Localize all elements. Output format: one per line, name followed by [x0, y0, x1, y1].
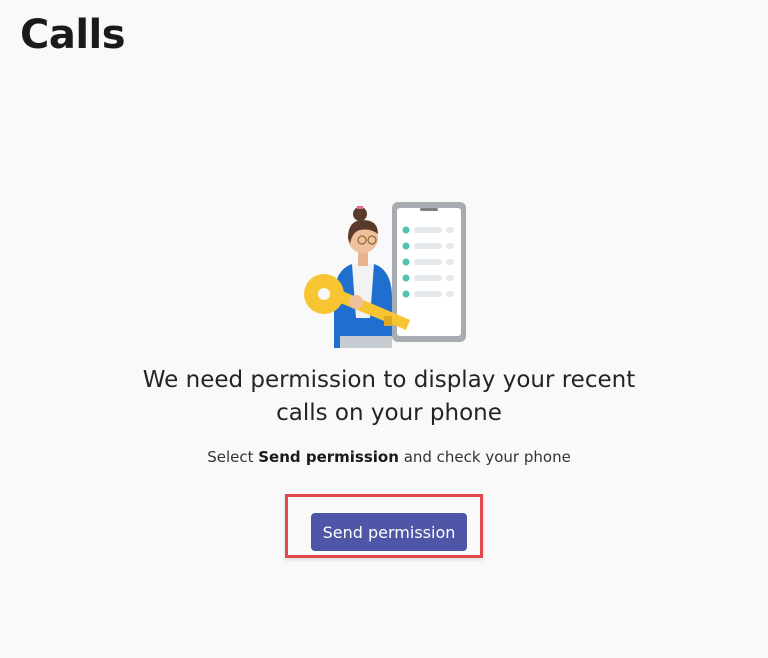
page-title: Calls: [20, 12, 126, 58]
headline-line-1: We need permission to display your recen…: [142, 367, 636, 393]
permission-instruction: Select Send permission and check your ph…: [0, 448, 768, 466]
send-permission-button[interactable]: Send permission: [311, 513, 467, 551]
instruction-prefix: Select: [207, 448, 259, 466]
headline-line-2: calls on your phone: [276, 400, 502, 426]
permission-illustration: [300, 198, 476, 354]
instruction-bold: Send permission: [258, 448, 399, 466]
permission-headline: We need permission to display your recen…: [0, 364, 768, 430]
instruction-suffix: and check your phone: [398, 448, 571, 466]
person-with-key-and-phone-icon: [304, 202, 466, 348]
